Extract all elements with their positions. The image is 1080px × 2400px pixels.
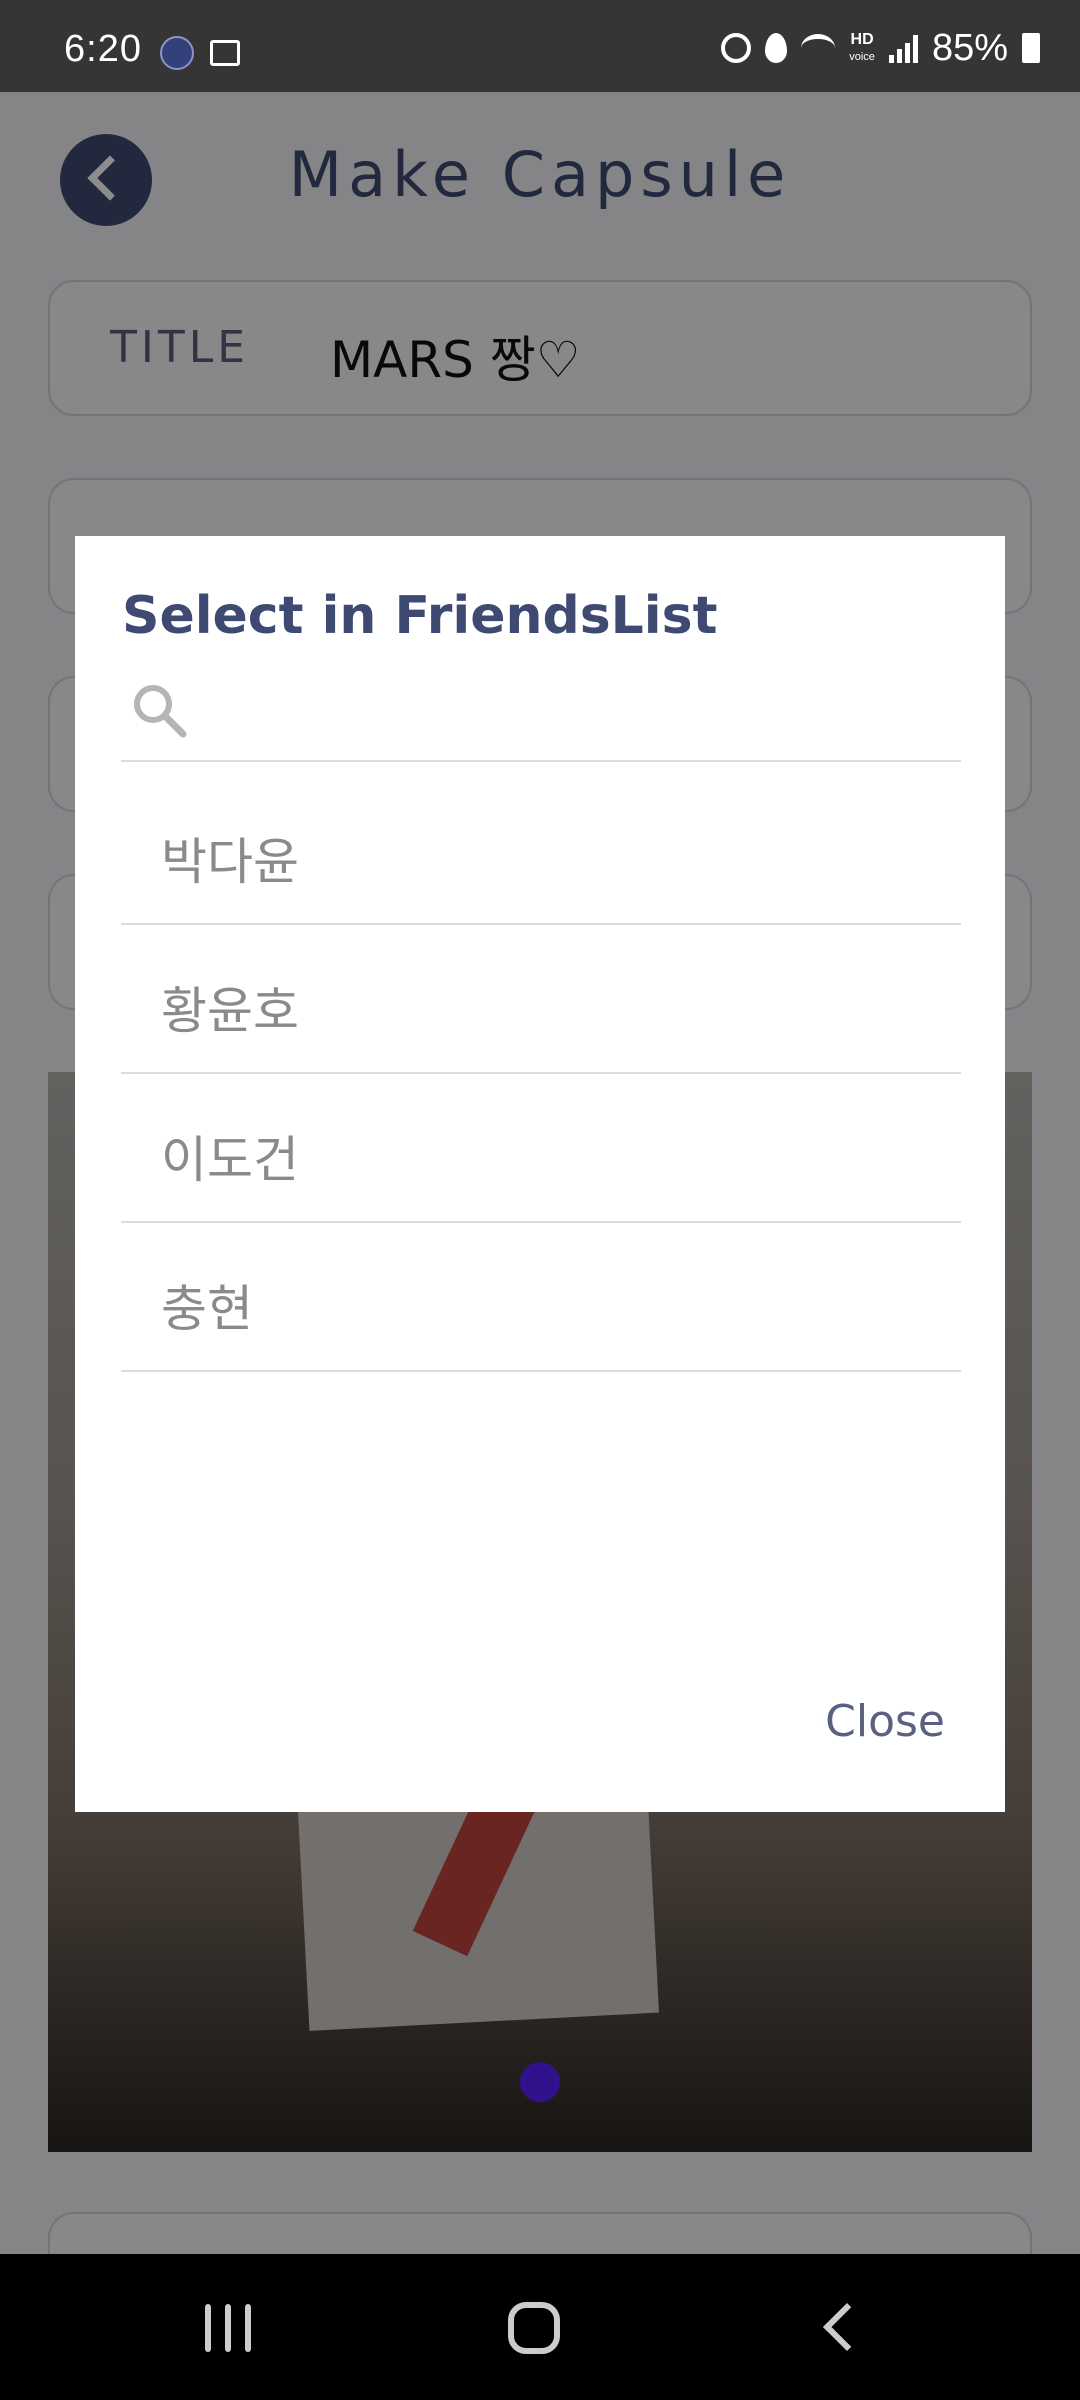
navigation-bar (0, 2254, 1080, 2400)
status-icons: HD voice 85% (721, 26, 1040, 69)
friend-list-item[interactable]: 박다윤 (121, 776, 961, 925)
status-bar: 6:20 HD voice 85% (0, 0, 1080, 92)
location-icon (765, 33, 788, 63)
recents-button[interactable] (205, 2304, 251, 2352)
hd-voice-icon: HD voice (849, 30, 875, 65)
status-time: 6:20 (64, 28, 142, 70)
signal-icon (888, 33, 918, 63)
alarm-icon (721, 33, 752, 63)
battery-percentage: 85% (931, 26, 1008, 69)
friends-dialog: Select in FriendsList 박다윤황윤호이도건충현 Close (75, 536, 1005, 1812)
search-icon (134, 685, 187, 738)
hd-label: HD (850, 30, 874, 48)
nav-back-button[interactable] (822, 2302, 872, 2352)
friend-name: 충현 (161, 1280, 253, 1338)
dialog-title: Select in FriendsList (122, 586, 718, 646)
search-row (121, 662, 961, 762)
friend-list-item[interactable]: 이도건 (121, 1074, 961, 1223)
close-button[interactable]: Close (825, 1696, 945, 1747)
search-input[interactable] (211, 676, 951, 746)
app-notification-icon (160, 36, 194, 70)
friends-list: 박다윤황윤호이도건충현 (121, 776, 961, 1372)
home-button[interactable] (508, 2302, 560, 2354)
battery-icon (1022, 33, 1040, 63)
friend-name: 이도건 (161, 1131, 299, 1189)
gallery-notification-icon (210, 40, 240, 66)
voice-label: voice (849, 50, 875, 63)
friend-list-item[interactable]: 황윤호 (121, 925, 961, 1074)
friend-name: 박다윤 (161, 833, 299, 891)
friend-name: 황윤호 (161, 982, 299, 1040)
friend-list-item[interactable]: 충현 (121, 1223, 961, 1372)
wifi-icon (801, 34, 836, 62)
